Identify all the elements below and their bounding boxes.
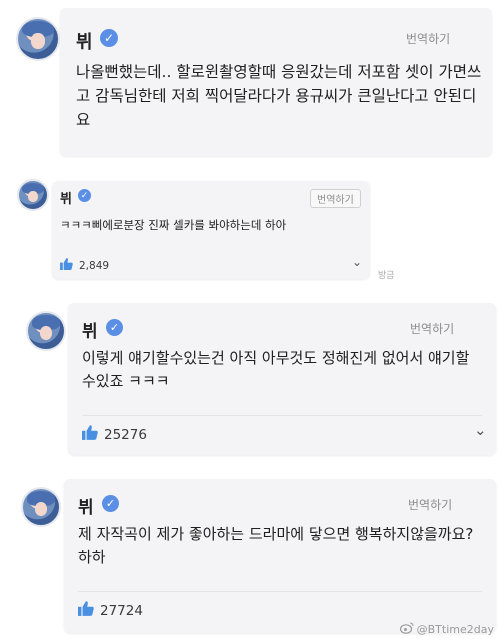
comment-text: 이렇게 얘기할수있는건 아직 아무것도 정해진게 없어서 얘기할수있죠 ㅋㅋㅋ [82,349,470,391]
translate-button[interactable]: 번역하기 [406,30,450,47]
author-name[interactable]: 뷔 [76,28,93,54]
like-number: 27724 [100,602,143,619]
chevron-down-icon[interactable]: ⌄ [352,255,362,269]
divider [82,415,482,416]
like-count[interactable]: 27724 [78,601,143,620]
watermark-text: @BTtime2day [416,623,494,636]
comment-card: 뷔 ✓ 번역하기 이렇게 얘기할수있는건 아직 아무것도 정해진게 없어서 얘기… [68,303,496,455]
avatar[interactable] [17,179,49,211]
comment-card: 뷔 ✓ 번역하기 나올뻔했는데.. 할로윈촬영할때 응원갔는데 저포함 셋이 가… [60,8,492,156]
comment-card: 뷔 ✓ 번역하기 ㅋㅋㅋ삐에로분장 진짜 셀카를 봐야하는데 하아 2,849 … [52,181,370,279]
author-name[interactable]: 뷔 [60,188,72,207]
verified-badge-icon: ✓ [102,495,119,512]
author-name[interactable]: 뷔 [78,493,94,518]
weibo-logo-icon [399,622,414,637]
verified-badge-icon: ✓ [106,319,123,336]
verified-badge-icon: ✓ [78,189,91,202]
comment-text: ㅋㅋㅋ삐에로분장 진짜 셀카를 봐야하는데 하아 [60,218,287,232]
like-number: 25276 [104,426,147,443]
like-count[interactable]: 2,849 [60,258,109,273]
watermark: @BTtime2day [399,622,494,637]
translate-button[interactable]: 번역하기 [310,189,361,208]
comment-card: 뷔 ✓ 번역하기 제 자작곡이 제가 좋아하는 드라마에 닿으면 행복하지않을까… [64,479,496,633]
comment-text: 제 자작곡이 제가 좋아하는 드라마에 닿으면 행복하지않을까요? 하하 [78,525,474,567]
translate-button[interactable]: 번역하기 [408,496,452,513]
timestamp: 방금 [378,271,395,281]
like-number: 2,849 [79,259,110,272]
translate-button[interactable]: 번역하기 [410,320,454,337]
chevron-down-icon[interactable]: ⌄ [474,421,487,439]
thumbs-up-icon [60,258,73,273]
thumbs-up-icon [82,425,98,444]
like-count[interactable]: 25276 [82,425,147,444]
thumbs-up-icon [78,601,94,620]
verified-badge-icon: ✓ [100,29,118,47]
avatar[interactable] [16,17,60,61]
comment-text: 나올뻔했는데.. 할로윈촬영할때 응원갔는데 저포함 셋이 가면쓰고 감독님한테… [76,63,482,130]
divider [78,591,482,592]
avatar[interactable] [26,311,66,351]
avatar[interactable] [21,487,61,527]
author-name[interactable]: 뷔 [82,317,98,342]
